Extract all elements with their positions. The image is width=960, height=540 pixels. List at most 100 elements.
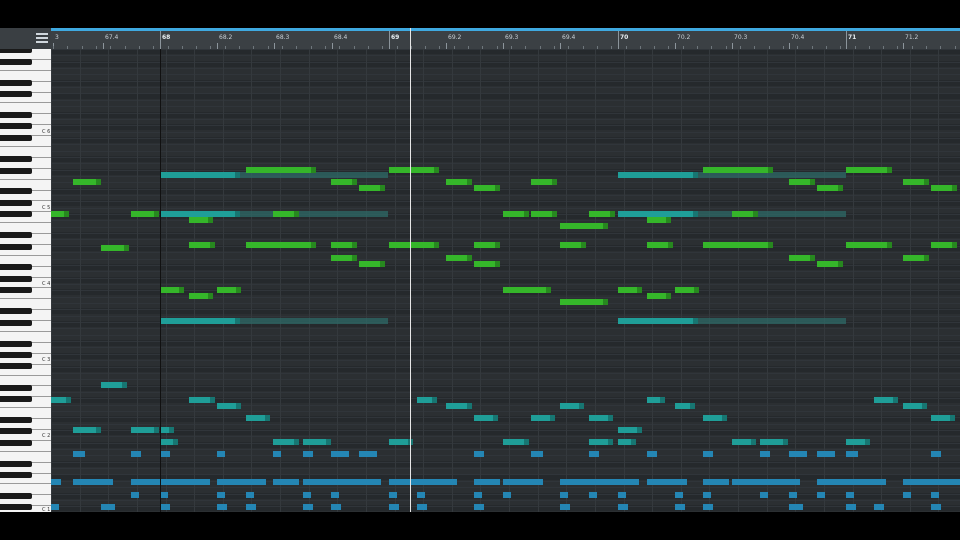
midi-note[interactable] (903, 403, 927, 409)
note-resize-handle[interactable] (326, 439, 331, 445)
note-resize-handle[interactable] (660, 397, 665, 403)
midi-note[interactable] (560, 242, 586, 248)
note-resize-handle[interactable] (236, 403, 241, 409)
midi-note[interactable] (903, 179, 929, 185)
midi-note[interactable] (560, 403, 584, 409)
midi-note[interactable] (446, 403, 472, 409)
midi-note[interactable] (246, 415, 270, 421)
midi-note[interactable] (331, 255, 357, 261)
midi-note[interactable] (101, 382, 127, 388)
midi-note[interactable] (246, 242, 316, 248)
midi-note[interactable] (531, 211, 557, 217)
white-key[interactable] (0, 298, 51, 299)
midi-note[interactable] (160, 172, 240, 178)
midi-note[interactable] (560, 492, 568, 498)
note-resize-handle[interactable] (924, 179, 929, 185)
note-resize-handle[interactable] (722, 415, 727, 421)
black-key[interactable] (0, 363, 32, 369)
midi-note[interactable] (389, 504, 399, 510)
midi-note[interactable] (131, 451, 141, 457)
black-key[interactable] (0, 440, 32, 446)
white-key[interactable] (0, 331, 51, 332)
midi-note[interactable] (647, 451, 657, 457)
midi-note[interactable] (246, 492, 254, 498)
midi-note[interactable] (273, 439, 299, 445)
midi-note[interactable] (846, 504, 856, 510)
midi-note[interactable] (389, 167, 439, 173)
midi-note[interactable] (240, 318, 388, 324)
midi-note[interactable] (703, 504, 713, 510)
midi-note[interactable] (589, 211, 615, 217)
midi-note[interactable] (417, 504, 427, 510)
note-resize-handle[interactable] (922, 403, 927, 409)
midi-note[interactable] (698, 318, 846, 324)
midi-note[interactable] (474, 492, 482, 498)
midi-note[interactable] (217, 403, 241, 409)
midi-note[interactable] (817, 261, 843, 267)
midi-note[interactable] (189, 397, 215, 403)
midi-note[interactable] (618, 439, 636, 445)
midi-note[interactable] (446, 255, 472, 261)
black-key[interactable] (0, 428, 32, 434)
black-key[interactable] (0, 211, 32, 217)
midi-note[interactable] (760, 479, 800, 485)
midi-note[interactable] (703, 415, 727, 421)
midi-note[interactable] (647, 397, 665, 403)
black-key[interactable] (0, 91, 32, 97)
black-key[interactable] (0, 352, 32, 358)
midi-note[interactable] (503, 479, 543, 485)
midi-note[interactable] (589, 451, 599, 457)
midi-note[interactable] (331, 242, 357, 248)
midi-note[interactable] (647, 293, 671, 299)
note-resize-handle[interactable] (380, 261, 385, 267)
note-resize-handle[interactable] (751, 439, 756, 445)
note-resize-handle[interactable] (924, 255, 929, 261)
midi-note[interactable] (675, 492, 683, 498)
midi-note[interactable] (760, 451, 770, 457)
black-key[interactable] (0, 504, 32, 510)
midi-note[interactable] (703, 451, 713, 457)
note-resize-handle[interactable] (432, 397, 437, 403)
black-key[interactable] (0, 308, 32, 314)
midi-note[interactable] (331, 451, 349, 457)
midi-note[interactable] (789, 179, 815, 185)
note-resize-handle[interactable] (666, 217, 671, 223)
midi-note[interactable] (189, 217, 213, 223)
white-key[interactable] (0, 255, 51, 256)
note-resize-handle[interactable] (311, 242, 316, 248)
midi-note[interactable] (789, 451, 807, 457)
note-grid[interactable] (51, 49, 960, 512)
note-resize-handle[interactable] (173, 439, 178, 445)
midi-note[interactable] (474, 451, 484, 457)
note-resize-handle[interactable] (838, 185, 843, 191)
black-key[interactable] (0, 123, 32, 129)
midi-note[interactable] (874, 504, 884, 510)
midi-note[interactable] (503, 287, 551, 293)
midi-note[interactable] (817, 479, 847, 485)
midi-note[interactable] (331, 504, 341, 510)
note-resize-handle[interactable] (208, 217, 213, 223)
note-resize-handle[interactable] (952, 185, 957, 191)
note-resize-handle[interactable] (666, 293, 671, 299)
midi-note[interactable] (131, 211, 159, 217)
midi-note[interactable] (189, 293, 213, 299)
note-resize-handle[interactable] (865, 439, 870, 445)
midi-note[interactable] (589, 439, 613, 445)
white-key[interactable] (0, 179, 51, 180)
midi-note[interactable] (817, 185, 843, 191)
midi-note[interactable] (101, 504, 115, 510)
midi-note[interactable] (703, 479, 729, 485)
black-key[interactable] (0, 461, 32, 467)
midi-note[interactable] (647, 479, 687, 485)
midi-note[interactable] (903, 255, 929, 261)
note-resize-handle[interactable] (893, 397, 898, 403)
midi-note[interactable] (217, 492, 225, 498)
midi-note[interactable] (817, 492, 825, 498)
midi-note[interactable] (240, 211, 388, 217)
midi-note[interactable] (160, 479, 210, 485)
black-key[interactable] (0, 135, 32, 141)
note-resize-handle[interactable] (668, 242, 673, 248)
midi-note[interactable] (303, 504, 313, 510)
note-resize-handle[interactable] (467, 255, 472, 261)
note-resize-handle[interactable] (952, 242, 957, 248)
